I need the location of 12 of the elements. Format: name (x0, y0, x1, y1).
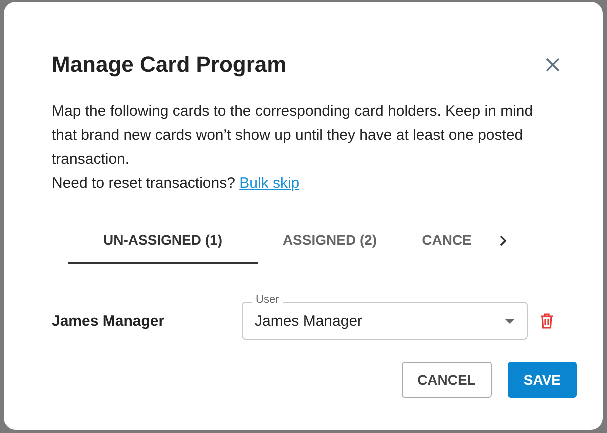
reset-prompt-text: Need to reset transactions? Bulk skip (52, 174, 301, 194)
field-label: User (252, 294, 284, 306)
cardholder-name: James Manager (52, 312, 166, 330)
dialog-title: Manage Card Program (52, 52, 287, 78)
bulk-skip-link[interactable]: Bulk skip (240, 175, 300, 192)
tab[interactable]: CANCE (402, 218, 492, 264)
select-value: James Manager (255, 312, 363, 330)
tab[interactable]: ASSIGNED (2) (258, 218, 402, 264)
tab[interactable]: UN-ASSIGNED (1) (68, 218, 258, 264)
cancel-button[interactable]: CANCEL (402, 362, 492, 398)
description-text: Map the following cards to the corresponding card holders. Keep in mind that brand new cards won’t show up until they have at least one posted transaction. (52, 102, 534, 170)
save-button[interactable]: SAVE (508, 362, 577, 398)
